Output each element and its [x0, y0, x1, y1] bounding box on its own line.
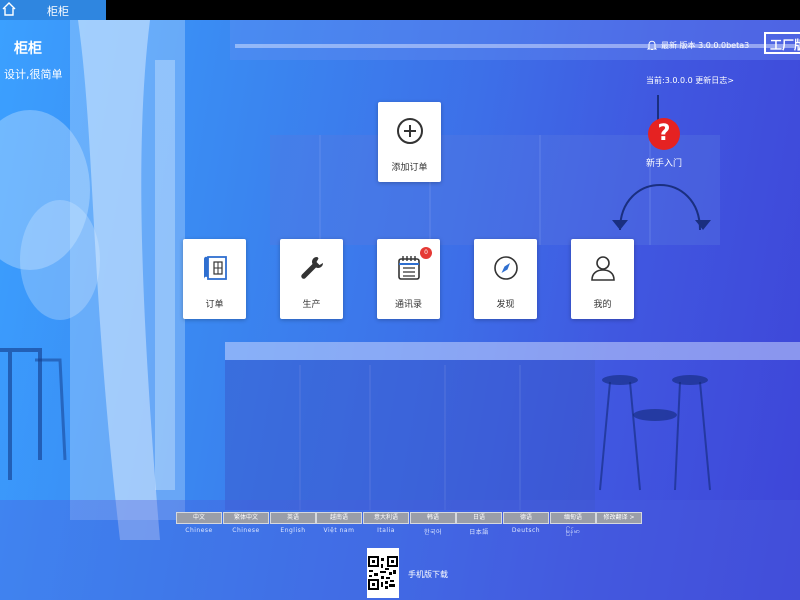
brand-name: 柜柜 — [14, 41, 42, 57]
lang-button[interactable]: 缅甸语 — [550, 512, 596, 524]
production-label: 生产 — [302, 300, 321, 310]
lang-subtitle: မြန်မာ — [565, 528, 581, 535]
app-title: 柜柜 — [47, 5, 69, 18]
user-icon — [591, 256, 615, 281]
qr-code-icon[interactable] — [367, 548, 399, 598]
mine-label: 我的 — [593, 300, 612, 310]
mine-card[interactable]: 我的 — [571, 239, 634, 319]
lang-button[interactable]: 德语 — [503, 512, 549, 524]
contacts-card[interactable]: 0 通讯录 — [377, 239, 440, 319]
mobile-download-label[interactable]: 手机版下载 — [408, 569, 448, 580]
main-stage: 柜柜 设计,很简单 最新 版本 3.0.0.0beta3 工厂版 当前:3.0.… — [0, 20, 800, 600]
contacts-badge: 0 — [420, 247, 432, 259]
edit-translation-button[interactable]: 修改翻译 > — [596, 512, 642, 524]
lang-traditional-chinese[interactable]: 繁体中文 Chinese — [223, 512, 269, 534]
lang-button[interactable]: 韩语 — [410, 512, 456, 524]
home-icon — [2, 2, 16, 16]
lang-vietnamese[interactable]: 越南语 Việt nam — [316, 512, 362, 534]
plus-circle-icon — [397, 118, 423, 144]
lang-button[interactable]: 中文 — [176, 512, 222, 524]
lang-chinese[interactable]: 中文 Chinese — [176, 512, 222, 534]
home-tab[interactable]: 柜柜 — [0, 0, 106, 20]
lang-subtitle: Chinese — [232, 527, 260, 534]
lang-japanese[interactable]: 日语 日本語 — [456, 512, 502, 536]
lang-subtitle: 한국어 — [423, 529, 443, 536]
lang-italian[interactable]: 意大利语 Italia — [363, 512, 409, 534]
lang-subtitle: Deutsch — [511, 527, 541, 534]
bell-icon — [646, 40, 658, 50]
lang-german[interactable]: 德语 Deutsch — [503, 512, 549, 534]
latest-version[interactable]: 最新 版本 3.0.0.0beta3 — [646, 39, 749, 51]
discover-card[interactable]: 发现 — [474, 239, 537, 319]
discover-label: 发现 — [496, 300, 515, 310]
compass-icon — [494, 256, 518, 280]
lang-korean[interactable]: 韩语 한국어 — [410, 512, 456, 536]
question-mark-icon: ? — [648, 118, 680, 150]
orders-label: 订单 — [205, 300, 224, 310]
lang-button[interactable]: 繁体中文 — [223, 512, 269, 524]
edition-button[interactable]: 工厂版 — [764, 32, 800, 54]
add-order-card[interactable]: 添加订单 — [378, 102, 441, 182]
production-card[interactable]: 生产 — [280, 239, 343, 319]
latest-version-text: 最新 版本 3.0.0.0beta3 — [661, 40, 750, 50]
wrench-icon — [301, 257, 323, 279]
lang-subtitle: Italia — [377, 527, 395, 534]
lang-english[interactable]: 英语 English — [270, 512, 316, 534]
lang-button[interactable]: 日语 — [456, 512, 502, 524]
lang-subtitle: 日本語 — [469, 529, 489, 536]
lang-subtitle: Chinese — [185, 527, 213, 534]
lang-subtitle: English — [280, 527, 306, 534]
lang-burmese[interactable]: 缅甸语 မြန်မာ — [550, 512, 596, 536]
lang-button[interactable]: 意大利语 — [363, 512, 409, 524]
blueprint-icon — [204, 256, 227, 280]
orders-card[interactable]: 订单 — [183, 239, 246, 319]
title-bar: 柜柜 — [0, 0, 800, 20]
lang-button[interactable]: 越南语 — [316, 512, 362, 524]
lang-subtitle: Việt nam — [323, 527, 355, 534]
brand-slogan: 设计,很简单 — [4, 68, 63, 81]
contacts-label: 通讯录 — [394, 300, 422, 310]
changelog-link[interactable]: 当前:3.0.0.0 更新日志> — [646, 75, 734, 86]
beginner-guide-label: 新手入门 — [645, 159, 682, 169]
add-order-label: 添加订单 — [391, 163, 428, 173]
beginner-guide[interactable]: ? 新手入门 — [644, 118, 684, 169]
lang-button[interactable]: 英语 — [270, 512, 316, 524]
notebook-icon — [398, 256, 420, 280]
